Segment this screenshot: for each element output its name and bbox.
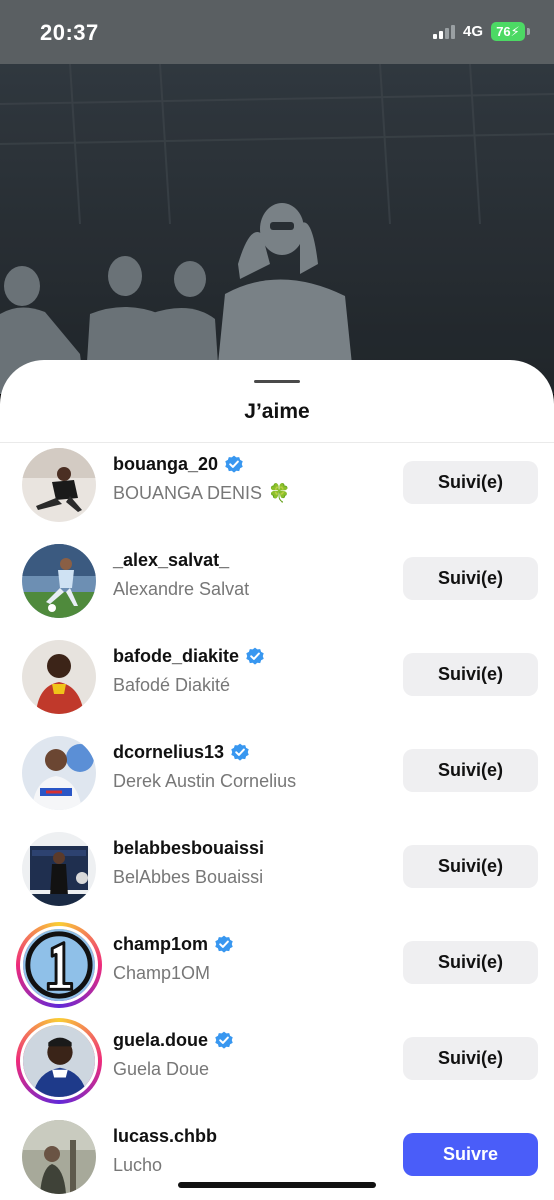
full-name: Champ1OM [113, 961, 234, 985]
player-photo-icon [22, 736, 96, 810]
full-name-text: Bafodé Diakité [113, 674, 231, 695]
user-names: champ1om Champ1OM [113, 932, 234, 985]
list-item[interactable]: bouanga_20 BOUANGA DENIS 🍀 Suivi(e) [0, 444, 554, 536]
avatar[interactable] [22, 736, 96, 810]
full-name-text: BelAbbes Bouaissi [113, 866, 264, 887]
following-button[interactable]: Suivi(e) [403, 941, 538, 984]
following-button[interactable]: Suivi(e) [403, 1037, 538, 1080]
player-photo-icon [22, 640, 96, 714]
number-one-logo-icon [23, 929, 95, 1001]
username[interactable]: belabbesbouaissi [113, 836, 264, 860]
user-names: _alex_salvat_ Alexandre Salvat [113, 548, 249, 601]
avatar-inner [20, 926, 98, 1004]
username-text: guela.doue [113, 1029, 209, 1050]
signal-icon [432, 24, 455, 39]
status-time: 20:37 [40, 20, 99, 45]
following-button[interactable]: Suivi(e) [403, 653, 538, 696]
likes-sheet: J’aime bouanga_20 BOUANGA DENIS 🍀 Suivi(… [0, 360, 554, 1200]
username-text: champ1om [113, 933, 209, 954]
network-label: 4G [462, 23, 483, 40]
following-button[interactable]: Suivi(e) [403, 461, 538, 504]
username[interactable]: champ1om [113, 932, 234, 956]
following-button[interactable]: Suivi(e) [403, 749, 538, 792]
following-button[interactable]: Suivi(e) [403, 845, 538, 888]
user-names: guela.doue Guela Doue [113, 1028, 234, 1081]
sheet-title: J’aime [244, 400, 310, 423]
verified-badge-icon [246, 647, 264, 665]
full-name-text: Derek Austin Cornelius [113, 770, 297, 791]
username-text: bafode_diakite [113, 645, 240, 666]
username-text: lucass.chbb [113, 1125, 218, 1146]
username[interactable]: bouanga_20 [113, 452, 290, 476]
user-names: bouanga_20 BOUANGA DENIS 🍀 [113, 452, 290, 505]
list-item[interactable]: _alex_salvat_ Alexandre Salvat Suivi(e) [0, 536, 554, 632]
username-text: belabbesbouaissi [113, 837, 265, 858]
full-name: Alexandre Salvat [113, 577, 249, 601]
home-indicator[interactable] [178, 1182, 376, 1188]
verified-badge-icon [225, 455, 243, 473]
person-photo-icon [22, 1120, 96, 1194]
list-item[interactable]: dcornelius13 Derek Austin Cornelius Suiv… [0, 728, 554, 824]
full-name: Derek Austin Cornelius [113, 769, 296, 793]
avatar[interactable] [22, 448, 96, 522]
battery-level: 76 [496, 24, 511, 39]
avatar[interactable] [22, 832, 96, 906]
username[interactable]: guela.doue [113, 1028, 234, 1052]
full-name-text: Alexandre Salvat [113, 578, 250, 599]
battery-icon: 76 ⚡ [491, 22, 525, 41]
verified-badge-icon [231, 743, 249, 761]
username-text: bouanga_20 [113, 453, 219, 474]
list-item[interactable]: belabbesbouaissi BelAbbes Bouaissi Suivi… [0, 824, 554, 920]
user-names: belabbesbouaissi BelAbbes Bouaissi [113, 836, 264, 889]
verified-badge-icon [215, 1031, 233, 1049]
full-name: BOUANGA DENIS 🍀 [113, 481, 290, 505]
battery-tip [527, 28, 530, 35]
player-photo-icon [22, 544, 96, 618]
list-item[interactable]: champ1om Champ1OM Suivi(e) [0, 920, 554, 1016]
post-photo-background[interactable] [0, 64, 554, 394]
divider [0, 442, 554, 443]
full-name: Bafodé Diakité [113, 673, 265, 697]
follow-button[interactable]: Suivre [403, 1133, 538, 1176]
username[interactable]: _alex_salvat_ [113, 548, 249, 572]
football-players-image [0, 64, 554, 394]
full-name-text: BOUANGA DENIS [113, 482, 263, 503]
avatar-with-story-ring[interactable] [16, 922, 102, 1008]
clover-emoji: 🍀 [268, 482, 291, 503]
username[interactable]: bafode_diakite [113, 644, 265, 668]
full-name: Guela Doue [113, 1057, 234, 1081]
player-photo-icon [23, 1025, 95, 1097]
screen: 20:37 4G 76 ⚡ J’aime bouanga_20 BOUANGA … [0, 0, 554, 1200]
status-bar: 20:37 4G 76 ⚡ [0, 0, 554, 64]
full-name: Lucho [113, 1153, 217, 1177]
status-indicators: 4G 76 ⚡ [432, 22, 530, 41]
following-button[interactable]: Suivi(e) [403, 557, 538, 600]
username[interactable]: dcornelius13 [113, 740, 296, 764]
username-text: _alex_salvat_ [113, 549, 230, 570]
likes-list[interactable]: bouanga_20 BOUANGA DENIS 🍀 Suivi(e) _ale… [0, 444, 554, 1200]
avatar-with-story-ring[interactable] [16, 1018, 102, 1104]
user-names: bafode_diakite Bafodé Diakité [113, 644, 265, 697]
full-name-text: Guela Doue [113, 1058, 210, 1079]
avatar[interactable] [22, 640, 96, 714]
avatar-inner [20, 1022, 98, 1100]
person-photo-icon [22, 832, 96, 906]
verified-badge-icon [215, 935, 233, 953]
avatar[interactable] [22, 544, 96, 618]
avatar[interactable] [22, 1120, 96, 1194]
full-name-text: Lucho [113, 1154, 163, 1175]
list-item[interactable]: bafode_diakite Bafodé Diakité Suivi(e) [0, 632, 554, 728]
sheet-grabber[interactable] [254, 380, 300, 383]
username[interactable]: lucass.chbb [113, 1124, 217, 1148]
player-photo-icon [22, 448, 96, 522]
full-name: BelAbbes Bouaissi [113, 865, 264, 889]
full-name-text: Champ1OM [113, 962, 211, 983]
list-item[interactable]: guela.doue Guela Doue Suivi(e) [0, 1016, 554, 1112]
username-text: dcornelius13 [113, 741, 225, 762]
user-names: dcornelius13 Derek Austin Cornelius [113, 740, 296, 793]
user-names: lucass.chbb Lucho [113, 1124, 217, 1177]
